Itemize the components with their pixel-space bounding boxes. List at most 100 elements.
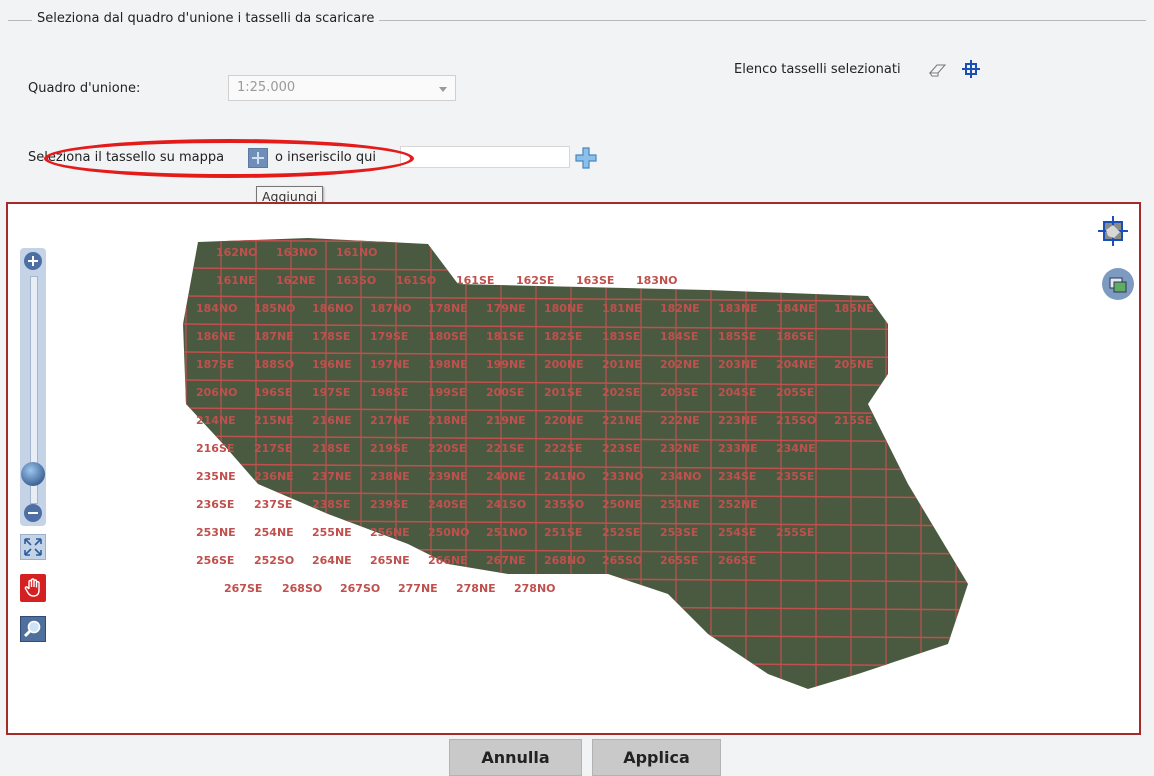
tile-label: 265NE [370,554,410,567]
tile-label: 163NO [276,246,318,259]
tile-label: 214NE [196,414,236,427]
chevron-down-icon[interactable] [439,87,447,92]
tile-label: 199SE [428,386,466,399]
tile-label: 253NE [196,526,236,539]
tile-label: 220NE [544,414,584,427]
tile-label: 215NE [254,414,294,427]
quadro-label: Quadro d'unione: [28,81,141,96]
tile-label: 216SE [196,442,234,455]
tile-label: 264NE [312,554,352,567]
tile-label: 222NE [660,414,700,427]
tile-label: 250NO [428,526,470,539]
tile-label: 162NO [216,246,258,259]
tile-label: 255SE [776,526,814,539]
tile-label: 238NE [370,470,410,483]
eraser-icon[interactable] [928,60,948,80]
tile-label: 252SO [254,554,294,567]
tile-label: 234NO [660,470,702,483]
layer-switcher-icon[interactable] [1102,268,1134,300]
tile-label: 182NE [660,302,700,315]
tile-label: 197NE [370,358,410,371]
tile-label: 180NE [544,302,584,315]
tile-label: 180SE [428,330,466,343]
tile-map[interactable]: 162NO 163NO 161NO 161NE 162NE 163SO 161SO 161SE… [8,204,1139,733]
tile-label: 239NE [428,470,468,483]
tile-label: 162SE [516,274,554,287]
tile-label: 254NE [254,526,294,539]
tile-label: 267NE [486,554,526,567]
apply-button[interactable]: Applica [592,739,721,776]
hand-icon[interactable] [20,574,46,602]
tile-label: 240SE [428,498,466,511]
tile-label: 205SE [776,386,814,399]
layer-select-icon[interactable] [1098,216,1128,246]
tile-label: 215SE [834,414,872,427]
zoom-knob[interactable] [21,462,45,486]
tile-label: 241NO [544,470,586,483]
tile-label: 240NE [486,470,526,483]
tile-label: 221SE [486,442,524,455]
tile-grid-row-line [183,687,968,689]
tile-label: 215SO [776,414,816,427]
tile-label: 161SE [456,274,494,287]
tile-label: 253SE [660,526,698,539]
fieldset-legend: Seleziona dal quadro d'unione i tasselli… [32,11,380,26]
zoom-in-icon[interactable] [24,252,42,270]
select-tile-frame-icon[interactable] [960,58,982,80]
tile-label: 187NE [254,330,294,343]
zoom-out-icon[interactable] [24,504,42,522]
tile-label: 233NO [602,470,644,483]
tile-label: 178SE [312,330,350,343]
tile-label: 221NE [602,414,642,427]
tile-input[interactable] [400,146,570,168]
tile-label: 236SE [196,498,234,511]
tile-label: 183NE [718,302,758,315]
quadro-select[interactable]: 1:25.000 [228,75,456,101]
tile-label: 267SO [340,582,380,595]
tile-label: 218NE [428,414,468,427]
tile-label: 200NE [544,358,584,371]
tile-label: 198NE [428,358,468,371]
tile-label: 201NE [602,358,642,371]
tile-label: 251SE [544,526,582,539]
quadro-select-value: 1:25.000 [237,80,296,95]
tile-label: 179SE [370,330,408,343]
tile-label: 187SE [196,358,234,371]
tile-label: 278NE [456,582,496,595]
tile-label: 216NE [312,414,352,427]
tile-label: 232NE [660,442,700,455]
tile-label: 219NE [486,414,526,427]
tile-label: 179NE [486,302,526,315]
tile-label: 235SE [776,470,814,483]
map-panel[interactable]: 162NO 163NO 161NO 161NE 162NE 163SO 161SO 161SE… [6,202,1141,735]
tile-label: 278NO [514,582,556,595]
tile-label: 202NE [660,358,700,371]
cancel-button[interactable]: Annulla [449,739,582,776]
tile-label: 199NE [486,358,526,371]
tile-label: 161SO [396,274,436,287]
tile-label: 197SE [312,386,350,399]
tile-label: 234NE [776,442,816,455]
tile-label: 251NE [660,498,700,511]
tile-label: 219SE [370,442,408,455]
tile-label: 205NE [834,358,874,371]
tile-label: 186SE [776,330,814,343]
tile-label: 265SO [602,554,642,567]
tile-label: 200SE [486,386,524,399]
tile-label: 254SE [718,526,756,539]
tile-label: 182SE [544,330,582,343]
tile-label: 185NO [254,302,296,315]
tile-label: 252NE [718,498,758,511]
tile-label: 250NE [602,498,642,511]
zoom-slider[interactable] [20,248,46,526]
tile-label: 217SE [254,442,292,455]
tile-label: 218SE [312,442,350,455]
expand-arrows-icon[interactable] [20,534,46,560]
add-tile-icon[interactable] [574,146,598,170]
tile-label: 267SE [224,582,262,595]
tile-label: 256SE [196,554,234,567]
tile-label: 186NO [312,302,354,315]
tile-label: 162NE [276,274,316,287]
tile-label: 204SE [718,386,756,399]
magnifier-icon[interactable] [20,616,46,642]
